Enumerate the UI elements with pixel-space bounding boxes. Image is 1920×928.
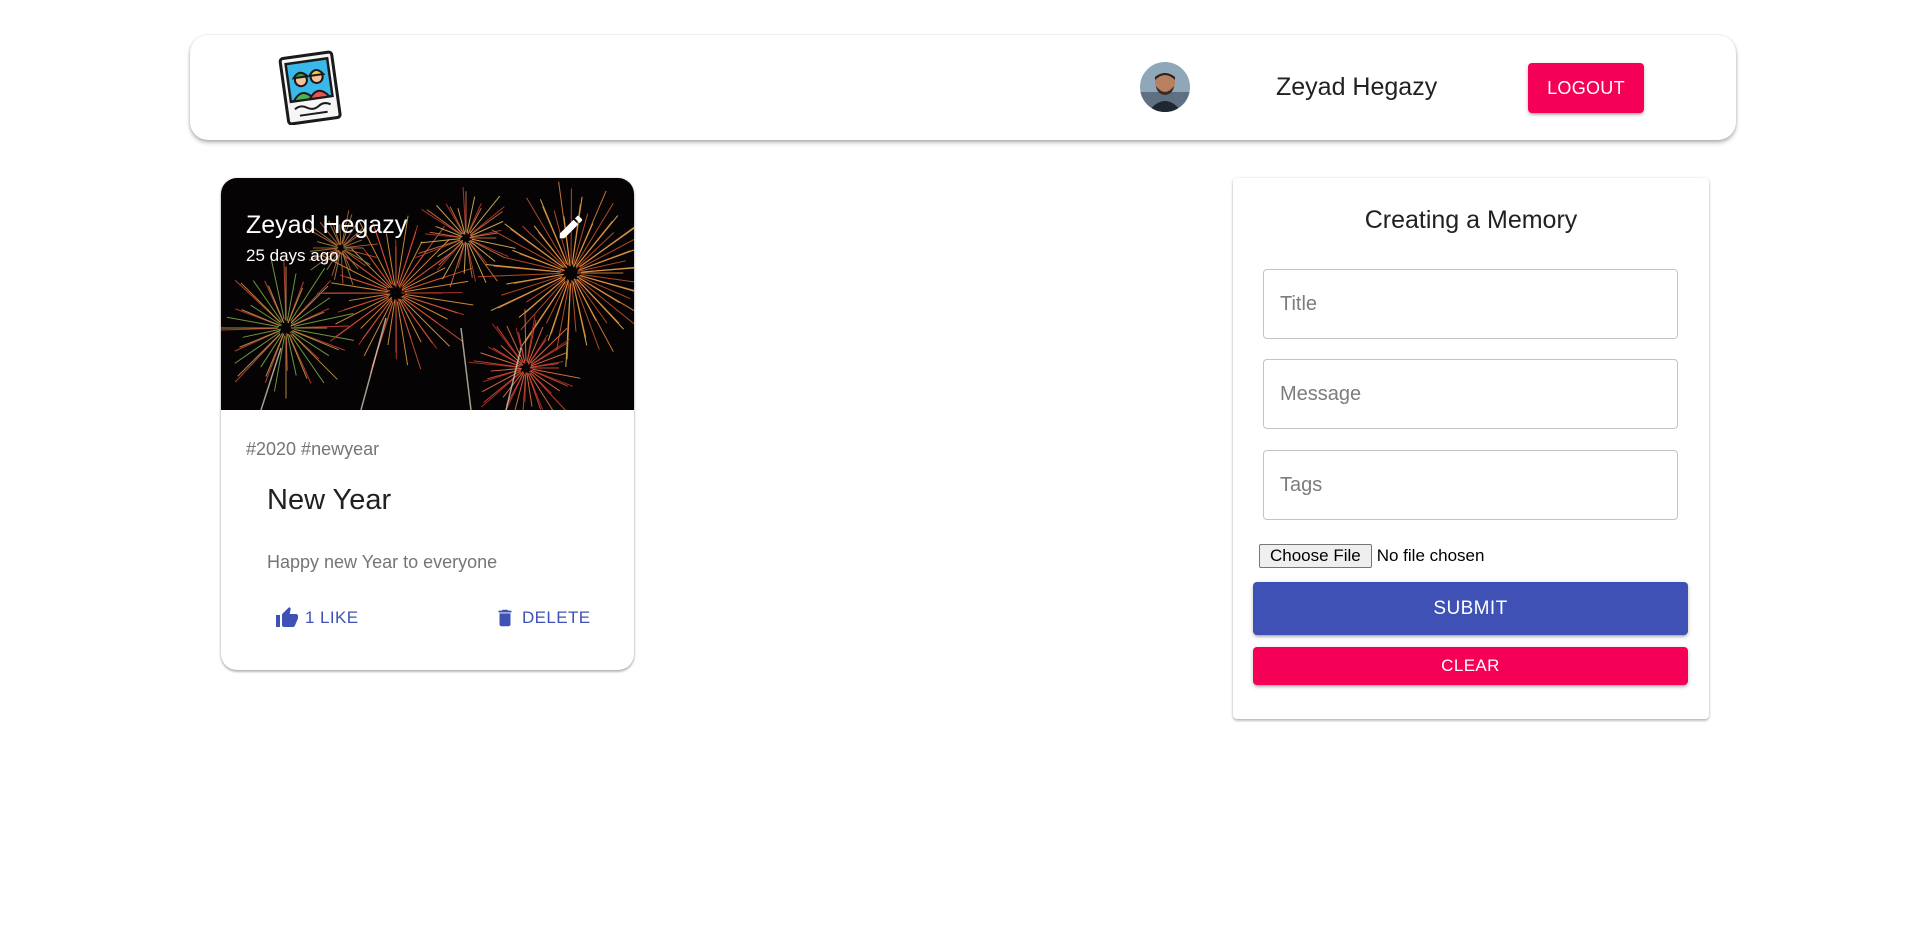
post-time: 25 days ago [246, 246, 339, 265]
firework-spark [530, 372, 566, 410]
trash-icon [498, 609, 512, 627]
user-avatar[interactable] [1140, 62, 1190, 112]
firework-spark [524, 309, 527, 361]
firework-spark [466, 242, 473, 278]
memory-form: Creating a Memory Choose File No file ch… [1233, 178, 1709, 719]
pencil-icon [559, 215, 583, 238]
firework-spark [288, 333, 308, 379]
firework-spark [483, 371, 522, 403]
firework-spark [529, 363, 559, 368]
delete-button[interactable]: DELETE [486, 598, 599, 638]
firework-spark [402, 239, 450, 287]
firework-spark [462, 186, 467, 232]
choose-file-button[interactable]: Choose File [1259, 544, 1372, 568]
thumb-up-icon [276, 607, 298, 627]
like-button[interactable]: 1 LIKE [267, 598, 366, 638]
like-label: 1 LIKE [305, 608, 359, 627]
post-card: Zeyad Hegazy 25 days ago #2020 #newyear … [221, 178, 634, 670]
file-picker: Choose File No file chosen [1259, 543, 1484, 569]
firework-spark [449, 243, 465, 288]
firework-spark [575, 282, 614, 352]
submit-button[interactable]: SUBMIT [1253, 582, 1688, 635]
user-name: Zeyad Hegazy [1276, 73, 1438, 101]
title-input[interactable] [1263, 269, 1678, 339]
logout-button[interactable]: LOGOUT [1528, 63, 1644, 113]
file-status: No file chosen [1376, 546, 1485, 565]
firework-trail [260, 347, 282, 410]
firework-spark [221, 327, 278, 331]
edit-post-button[interactable] [551, 208, 591, 248]
firework-spark [402, 299, 450, 347]
firework-spark [283, 260, 287, 320]
firework-spark [360, 296, 393, 329]
post-tags: #2020 #newyear [246, 439, 380, 459]
firework-spark [566, 283, 572, 360]
firework-spark [477, 272, 560, 278]
firework-spark [493, 265, 562, 273]
firework-spark [341, 252, 354, 286]
app-bar: Zeyad Hegazy LOGOUT [190, 35, 1736, 140]
firework-spark [576, 278, 620, 324]
firework-trail [460, 327, 472, 410]
firework-spark [268, 285, 285, 324]
delete-label: DELETE [522, 608, 591, 627]
post-message: Happy new Year to everyone [267, 552, 498, 572]
firework-spark [449, 206, 465, 235]
firework-spark [463, 242, 467, 274]
firework-spark [580, 278, 634, 312]
firework-spark [530, 327, 568, 364]
post-title: New Year [267, 484, 392, 516]
clear-button[interactable]: CLEAR [1253, 647, 1688, 685]
post-creator: Zeyad Hegazy [246, 211, 408, 239]
memories-photo-icon[interactable] [274, 49, 346, 126]
firework-spark [341, 250, 352, 271]
firework-spark [498, 276, 563, 309]
tags-input[interactable] [1263, 450, 1678, 520]
firework-spark [239, 329, 281, 348]
message-input[interactable] [1263, 359, 1678, 429]
form-title: Creating a Memory [1364, 206, 1578, 234]
firework-spark [290, 311, 325, 327]
firework-trail [360, 317, 387, 410]
firework-spark [340, 252, 344, 284]
